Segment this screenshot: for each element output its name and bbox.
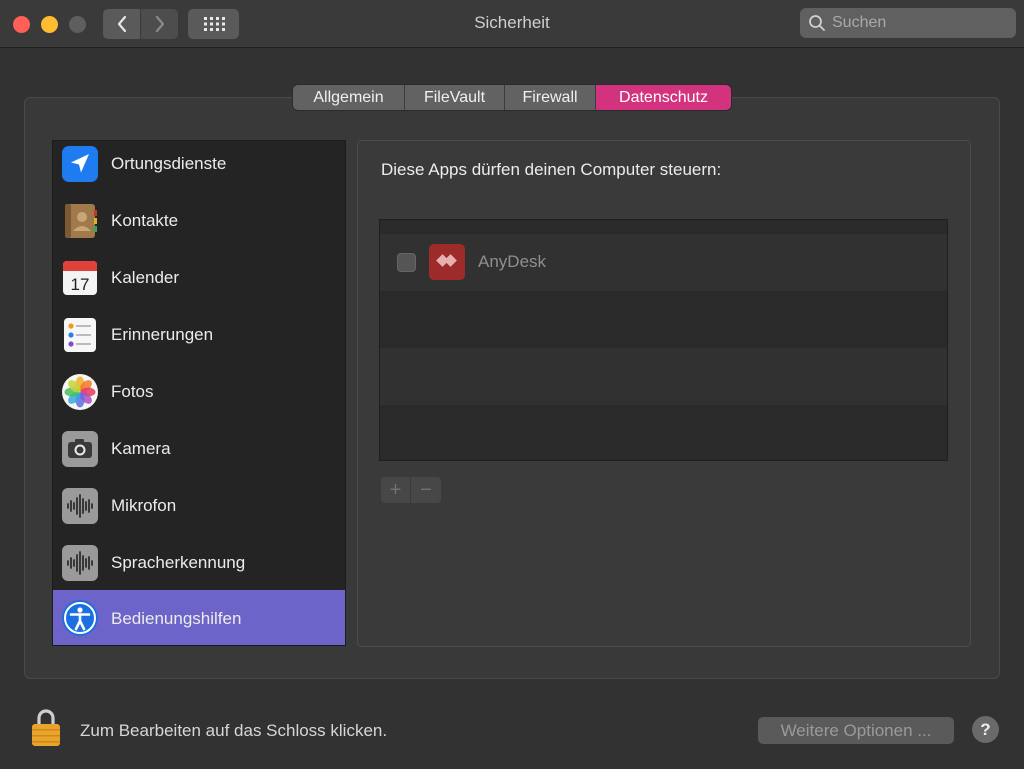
sidebar-item-label: Kontakte <box>111 210 179 230</box>
tab-allgemein[interactable]: Allgemein <box>293 85 405 110</box>
sidebar-item-kamera[interactable]: Kamera <box>53 420 345 477</box>
tab-filevault[interactable]: FileVault <box>405 85 505 110</box>
camera-icon <box>62 431 98 467</box>
list-item[interactable]: AnyDesk <box>380 234 947 291</box>
sidebar-item-label: Ortungsdienste <box>111 153 227 173</box>
tab-firewall[interactable]: Firewall <box>505 85 596 110</box>
sidebar-item-label: Erinnerungen <box>111 324 214 344</box>
sidebar-item-label: Kamera <box>111 438 171 458</box>
list-item-empty <box>380 405 947 460</box>
calendar-icon-day: 17 <box>71 275 90 294</box>
tab-bar: Allgemein FileVault Firewall Datenschutz <box>293 85 731 110</box>
title-bar: Sicherheit <box>0 0 1024 48</box>
sidebar-item-label: Kalender <box>111 267 180 287</box>
calendar-icon: 17 <box>63 261 97 295</box>
sidebar-item-erinnerungen[interactable]: Erinnerungen <box>53 306 345 363</box>
remove-button[interactable]: − <box>411 477 441 503</box>
sidebar-item-spracherkennung[interactable]: Spracherkennung <box>53 534 345 591</box>
search-field[interactable] <box>800 8 1016 38</box>
sidebar-item-mikrofon[interactable]: Mikrofon <box>53 477 345 534</box>
contacts-book-icon <box>65 204 97 238</box>
sidebar-item-bedienungshilfen[interactable]: Bedienungshilfen <box>53 590 345 645</box>
sidebar-item-label: Spracherkennung <box>111 552 246 572</box>
privacy-category-list[interactable]: Ortungsdienste Kontakte 17 Kalender Erin… <box>52 140 346 646</box>
sidebar-item-kontakte[interactable]: Kontakte <box>53 192 345 249</box>
section-heading: Diese Apps dürfen deinen Computer steuer… <box>381 160 722 179</box>
list-header <box>380 220 947 234</box>
sidebar-item-label: Fotos <box>111 381 154 401</box>
add-remove-buttons: + − <box>381 477 441 503</box>
anydesk-checkbox[interactable] <box>397 253 416 272</box>
list-item-empty <box>380 348 947 405</box>
list-item-empty <box>380 291 947 348</box>
sidebar-item-kalender[interactable]: 17 Kalender <box>53 249 345 306</box>
lock-icon[interactable] <box>30 707 62 747</box>
anydesk-icon <box>429 244 465 280</box>
app-name: AnyDesk <box>478 252 547 271</box>
sidebar-item-ortungsdienste[interactable]: Ortungsdienste <box>53 141 345 192</box>
app-list[interactable]: AnyDesk <box>379 219 948 461</box>
microphone-waveform-icon <box>62 488 98 524</box>
lock-hint-text: Zum Bearbeiten auf das Schloss klicken. <box>80 721 388 740</box>
tab-datenschutz[interactable]: Datenschutz <box>596 85 731 110</box>
help-button[interactable]: ? <box>972 716 999 743</box>
search-icon <box>809 15 825 31</box>
location-arrow-icon <box>62 146 98 182</box>
sidebar-item-label: Mikrofon <box>111 495 177 515</box>
reminders-list-icon <box>64 318 96 352</box>
accessibility-icon <box>62 600 98 636</box>
add-button[interactable]: + <box>381 477 411 503</box>
search-input[interactable] <box>832 14 1002 32</box>
speech-waveform-icon <box>62 545 98 581</box>
more-options-button[interactable]: Weitere Optionen ... <box>758 717 954 744</box>
sidebar-item-fotos[interactable]: Fotos <box>53 363 345 420</box>
sidebar-item-label: Bedienungshilfen <box>111 608 242 628</box>
photos-flower-icon <box>62 374 98 410</box>
